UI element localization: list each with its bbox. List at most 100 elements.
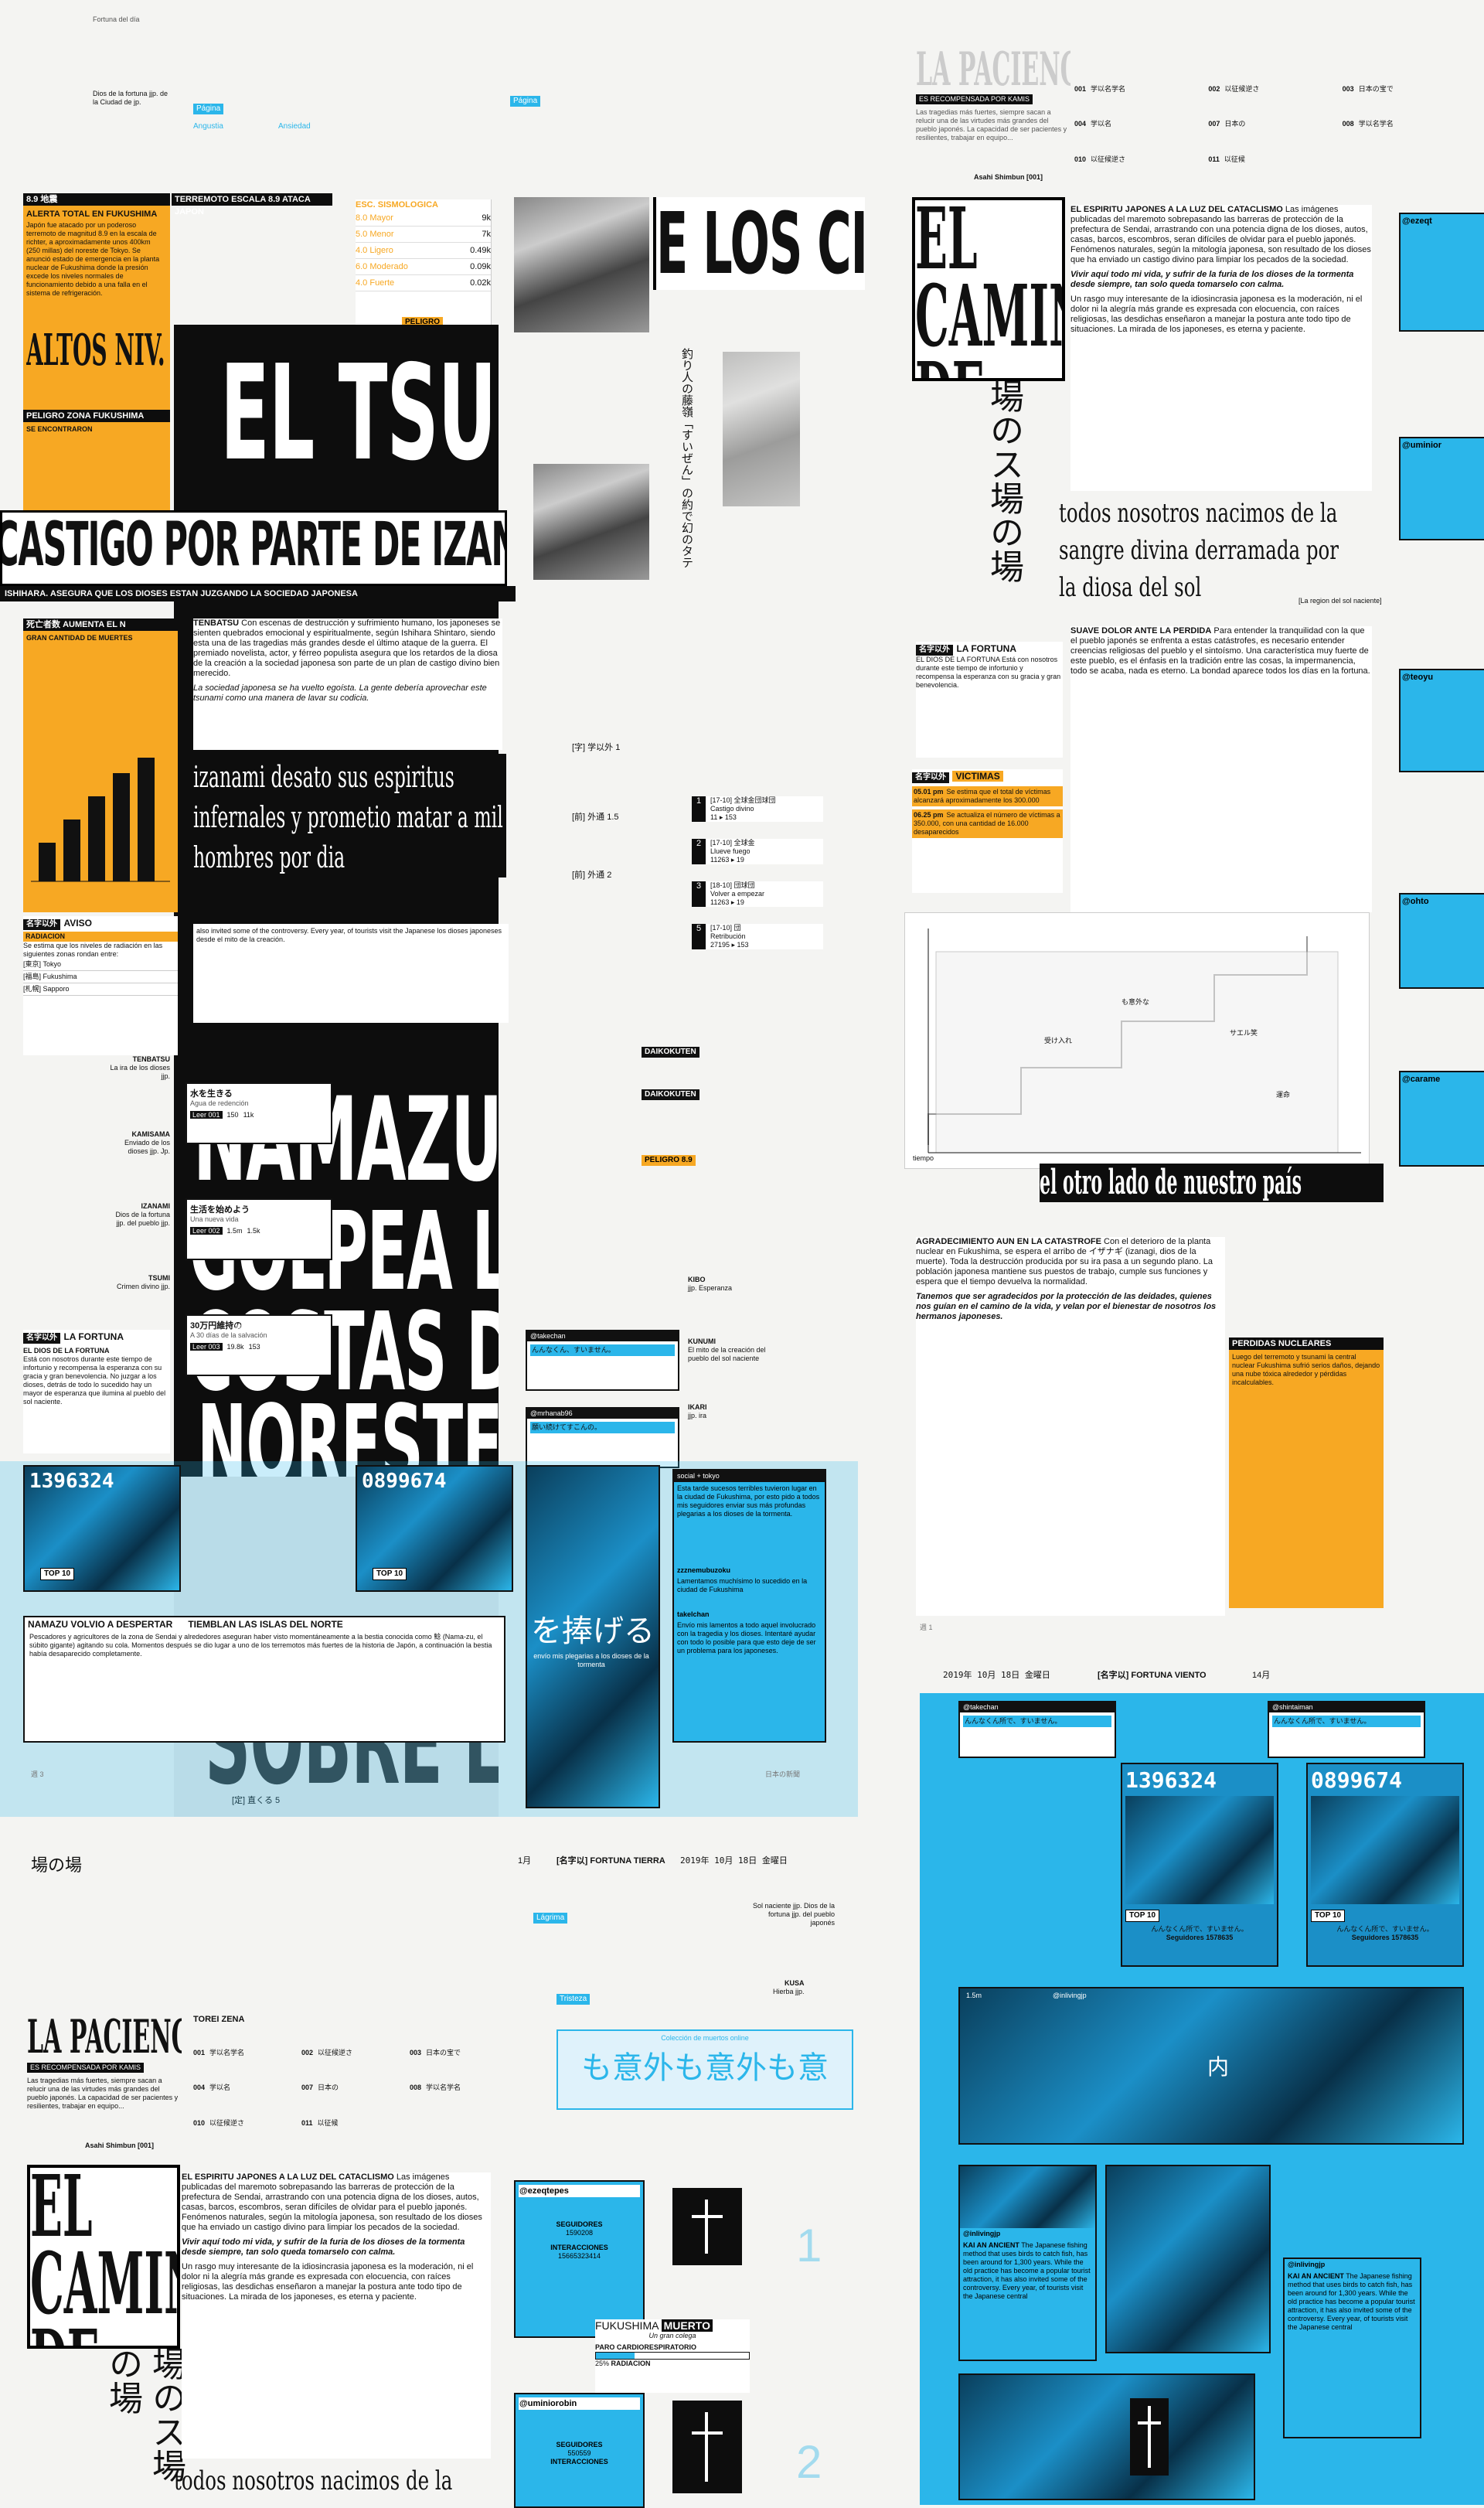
social-feed[interactable]: social + tokyo Esta tarde sucesos terrib… [672,1469,826,1743]
mini-card-list: 水を生きる Agua de redención Leer 001 150 11k 生活を始… [186,1082,340,1430]
chat-card-1[interactable]: @takechan んんなくん、すいません。 [526,1330,679,1391]
br-chat-2[interactable]: @shintaiman んんなくん所で、すいません。 [1268,1701,1425,1758]
br-sub-1: んんなくん所で、すいません。 [1151,1925,1248,1933]
ezeqtepes-card[interactable]: @ezeqtepes SEGUIDORES 1590208 INTERACCIO… [514,2180,645,2338]
shortlist-t: [18-10] 団球団 [710,881,755,889]
br-photo-3 [958,2373,1255,2500]
index-value: 日本の宝で [426,2049,461,2056]
torei-label: TOREI ZENA [193,2015,245,2024]
fortuna-left: 名字以外 LA FORTUNA EL DIOS DE LA FORTUNA Es… [23,1330,170,1453]
vertical-japanese-text: 釣り人の藤嶺「すいぜん」の約で幻のタテ [680,348,694,568]
fortuna-title: LA FORTUNA [63,1331,124,1342]
fortuna-right-title: LA FORTUNA [956,643,1016,654]
shortlist-v: 11263 ▸ 19 [710,856,744,864]
likes-card-1[interactable]: 1396324 TOP 10 [23,1465,181,1592]
kusa-sub: Hierba jjp. [773,1988,805,1995]
coleccion-jp: も意外も意外も意 [581,2051,829,2085]
izanami-headline: izanami desato sus espiritus infernales … [192,760,503,874]
likes-card-2[interactable]: 0899674 TOP 10 [356,1465,513,1592]
br-chat-2-text: んんなくん所で、すいません。 [1272,1716,1421,1727]
mini-card-likes: 1.5m [226,1227,243,1235]
mini-card[interactable]: 生活を始めよう Una nueva vida Leer 002 1.5m 1.5k [186,1198,332,1260]
index-value: 日本の [318,2084,339,2092]
agradecimiento-quote: Tanemos que ser agradecidos por la prote… [916,1292,1217,1321]
koi-caption: Sol naciente jjp. Dios de la fortuna jjp… [752,1902,835,1927]
seis-row-label: 6.0 Moderado [356,262,408,271]
index-value: 学以名 [1091,120,1112,128]
br-chat-1[interactable]: @takechan んんなくん所で、すいません。 [958,1701,1116,1758]
seguidores-label: SEGUIDORES [556,2220,603,2228]
quake-title: TERREMOTO ESCALA 8.9 ATACA JAPON [172,193,332,216]
br-likes-card-2[interactable]: 0899674 TOP 10 んんなくん所で、すいません。 Seguidores… [1306,1763,1464,1967]
muertos-sub: GRAN CANTIDAD DE MUERTES [26,634,133,642]
index-entry: 002 以征候逆さ [1208,85,1342,107]
shortlist-item[interactable]: 5 [17-10] 団 Retribución 27195 ▸ 153 [692,924,823,949]
mini-card[interactable]: 水を生きる Agua de redención Leer 001 150 11k [186,1082,332,1144]
step-label-3: サエル笑 [1230,1029,1258,1037]
index-value: 以征候逆さ [1091,155,1126,163]
chart-title: el otro lado de nuestro país [1040,1164,1302,1202]
br-photo-2 [1105,2165,1271,2353]
br-date: 2019年 10月 18日 金曜日 [943,1670,1050,1680]
fortuna-text: Está con nosotros durante este tiempo de… [23,1355,166,1406]
cross-icon-2 [672,2401,742,2493]
index-entry: 011 以征候 [1208,155,1342,178]
tenbatsu-sub: La ira de los dioses jjp. [110,1064,170,1080]
mini-card-comments: 153 [248,1343,260,1351]
page-number-left: 週 3 [31,1770,44,1778]
espiritu-quote-bottom: Vivir aquí todo mi vida, y sufrir de la … [182,2237,465,2257]
bottom-title: 場の場 [31,1856,83,1876]
reactor-text: SE ENCONTRARON [26,425,93,433]
index-entry: 011 以征候 [301,2119,410,2142]
shortlist-num: 1 [692,796,706,822]
shortlist-t: [17-10] 団 [710,924,741,932]
camino-title: EL CAMINO DE LOS DIOSES [915,197,1062,378]
seis-row: 5.0 Menor 7k [356,227,491,243]
social-header: social + tokyo [674,1470,825,1482]
index-key: 007 [1208,120,1220,128]
divina-text-bottom: todos nosotros nacimos de la sangre divi… [174,2465,454,2505]
mini-card-title: 水を生きる [190,1089,233,1099]
kai-text-1: The Japanese fishing method that uses bi… [963,2241,1091,2300]
br-likes-card-1[interactable]: 1396324 TOP 10 んんなくん所で、すいません。 Seguidores… [1121,1763,1278,1967]
br-seg-label-2: Seguidores [1351,1934,1390,1941]
seis-row-label: 8.0 Mayor [356,213,393,223]
fortuna-right-label: 名字以外 [916,645,953,656]
divina-sub: [La region del sol naciente] [1298,597,1382,605]
seis-row-label: 4.0 Ligero [356,246,393,255]
plegarias-card[interactable]: を捧げる envío mis plegarias a los dioses de… [526,1465,660,1808]
victimas-label: 名字以外 [912,772,949,783]
kamisama-sub: Enviado de los dioses jjp. Jp. [124,1139,170,1155]
shortlist-item[interactable]: 1 [17-10] 全球金団球団 Castigo divino 11 ▸ 153 [692,796,823,822]
index-value: 学以名学名 [426,2084,461,2092]
fortuna-right: 名字以外 LA FORTUNA EL DIOS DE LA FORTUNA Es… [916,642,1063,758]
suave-article: SUAVE DOLOR ANTE LA PERDIDA Para entende… [1070,626,1372,912]
shortlist-v: 11 ▸ 153 [710,813,737,821]
index-key: 008 [410,2084,422,2092]
uchi-label: 内 [1207,2055,1230,2079]
izanami-sub: Dios de la fortuna jjp. del pueblo jjp. [115,1211,170,1227]
coleccion-banner: Colección de muertos online も意外も意外も意 [556,2029,853,2110]
uminiorobin-seg: 550559 [567,2449,591,2457]
mini-card-stat: Leer 001 [190,1111,223,1119]
uminiorobin-card[interactable]: @uminiorobin SEGUIDORES 550559 INTERACCI… [514,2393,645,2508]
br-chat-1-text: んんなくん所で、すいません。 [963,1716,1111,1727]
index-key: 011 [1208,155,1220,163]
br-likes-count-2: 0899674 [1311,1767,1403,1793]
espiritu-text-2: Un rasgo muy interesante de la idiosincr… [1070,295,1363,334]
chat1-text: んんなくん、すいません。 [530,1344,675,1356]
likes-count-1: 1396324 [29,1470,114,1493]
kai-card-2[interactable]: @inlivingjp KAI AN ANCIENT The Japanese … [1283,2258,1421,2438]
shortlist: 1 [17-10] 全球金団球団 Castigo divino 11 ▸ 153 2 [1… [692,796,823,966]
kai-title-1: KAI AN ANCIENT [963,2241,1019,2249]
aviso-row: [札幌] Sapporo [23,983,178,996]
ikari-caption: IKARI [688,1403,707,1411]
kai-card-1[interactable]: @inlivingjp KAI AN ANCIENT The Japanese … [958,2165,1097,2361]
namazu-title: NAMAZU VOLVIO A DESPERTAR [28,1619,173,1630]
shortlist-item[interactable]: 2 [17-10] 全球金 Llueve fuego 11263 ▸ 19 [692,839,823,864]
kusa-caption: KUSA [785,1979,805,1987]
chat-card-2[interactable]: @mrhanab96 願い続けてすこんの。 [526,1407,679,1468]
kuroi-caption: Dios de la fortuna jjp. de la Ciudad de … [93,90,168,106]
aviso-title: AVISO [63,918,92,929]
shortlist-item[interactable]: 3 [18-10] 団球団 Volver a empezar 11263 ▸ 19 [692,881,823,907]
